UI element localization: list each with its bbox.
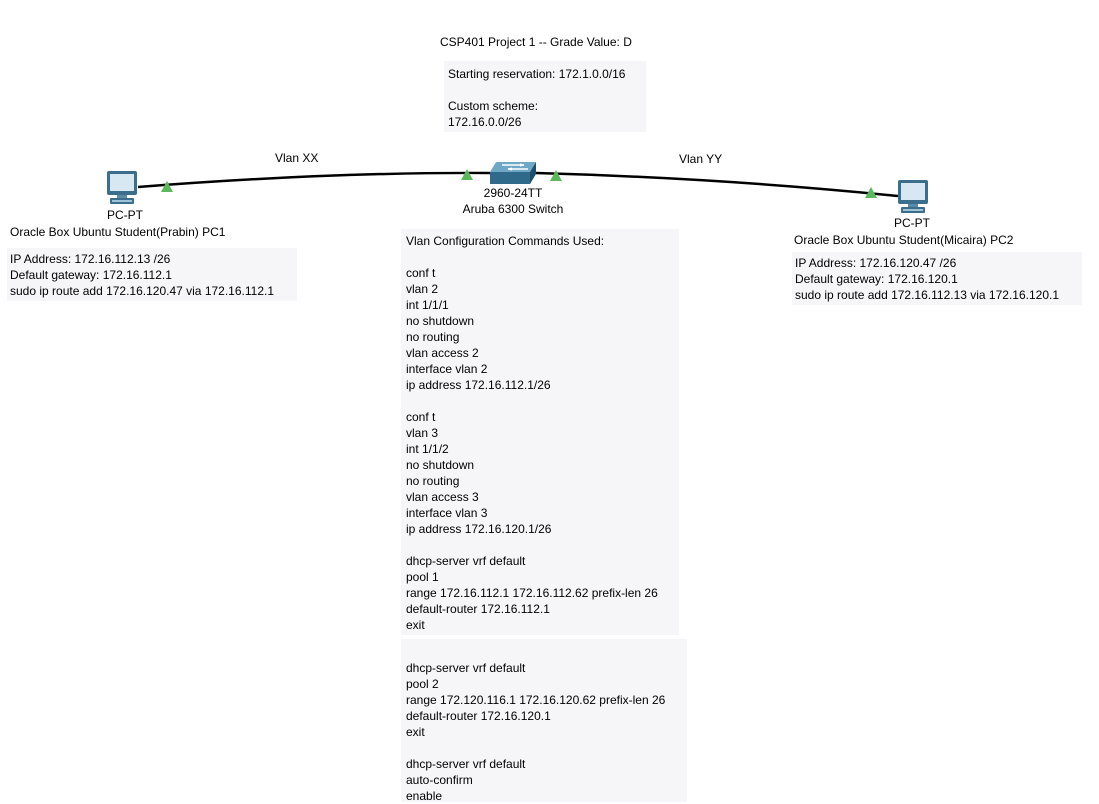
- config-line: int 1/1/2: [406, 442, 449, 456]
- config-block-pool1: dhcp-server vrf default pool 1 range 172…: [406, 553, 679, 633]
- port-status-pc1: [161, 181, 173, 192]
- config-line: vlan access 3: [406, 490, 479, 504]
- pc2-ip-address: IP Address: 172.16.120.47 /26: [795, 256, 957, 270]
- config-line: dhcp-server vrf default: [406, 757, 526, 771]
- pc2-device[interactable]: [895, 179, 931, 215]
- config-line: pool 2: [406, 677, 439, 691]
- config-line: default-router 172.16.120.1: [406, 709, 551, 723]
- vlan-yy-label: Vlan YY: [679, 152, 723, 166]
- pc1-ip-address: IP Address: 172.16.112.13 /26: [10, 252, 171, 266]
- pc2-gateway: Default gateway: 172.16.120.1: [795, 272, 958, 286]
- config-block-vlan2: conf t vlan 2 int 1/1/1 no shutdown no r…: [406, 265, 679, 393]
- config-line: ip address 172.16.120.1/26: [406, 522, 552, 536]
- config-line: interface vlan 3: [406, 506, 488, 520]
- config-line: vlan 3: [406, 426, 439, 440]
- config-line: int 1/1/1: [406, 298, 449, 312]
- reservation-note[interactable]: Starting reservation: 172.1.0.0/16 Custo…: [444, 61, 646, 132]
- config-heading: Vlan Configuration Commands Used:: [406, 234, 605, 248]
- config-line: no shutdown: [406, 314, 475, 328]
- config-line: auto-confirm: [406, 773, 473, 787]
- pc2-info-note[interactable]: IP Address: 172.16.120.47 /26 Default ga…: [792, 252, 1082, 305]
- pc1-name: Oracle Box Ubuntu Student(Prabin) PC1: [10, 225, 226, 239]
- config-line: ip address 172.16.112.1/26: [406, 378, 551, 392]
- pc2-type: PC-PT: [894, 216, 930, 230]
- link-pc1-switch[interactable]: [137, 171, 491, 189]
- config-line: range 172.16.112.1 172.16.112.62 prefix-…: [406, 586, 658, 600]
- switch-device[interactable]: [488, 160, 538, 186]
- pc1-route: sudo ip route add 172.16.120.47 via 172.…: [10, 284, 274, 298]
- custom-scheme-value: 172.16.0.0/26: [448, 115, 522, 129]
- vlan-xx-label: Vlan XX: [275, 151, 319, 165]
- pc2-route: sudo ip route add 172.16.112.13 via 172.…: [795, 288, 1059, 302]
- config-line: interface vlan 2: [406, 362, 488, 376]
- pc2-name: Oracle Box Ubuntu Student(Micaira) PC2: [794, 233, 1014, 247]
- port-status-switch-left: [461, 169, 473, 180]
- pc1-info-note[interactable]: IP Address: 172.16.112.13 /26 Default ga…: [7, 248, 297, 301]
- config-line: dhcp-server vrf default: [406, 661, 526, 675]
- config-line: dhcp-server vrf default: [406, 554, 526, 568]
- vlan-config-note[interactable]: Vlan Configuration Commands Used: conf t…: [401, 229, 679, 635]
- config-line: range 172.120.116.1 172.16.120.62 prefix…: [406, 693, 666, 707]
- config-line: exit: [406, 725, 425, 739]
- pc1-type: PC-PT: [107, 208, 143, 222]
- pc1-gateway: Default gateway: 172.16.112.1: [10, 268, 172, 282]
- pc-icon: [107, 171, 137, 204]
- config-line: no routing: [406, 474, 460, 488]
- config-line: no routing: [406, 330, 460, 344]
- diagram-title: CSP401 Project 1 -- Grade Value: D: [440, 35, 632, 49]
- config-line: pool 1: [406, 570, 439, 584]
- pc-icon: [898, 180, 928, 213]
- config-line: conf t: [406, 410, 436, 424]
- config-line: vlan 2: [406, 282, 439, 296]
- dhcp-config-note[interactable]: dhcp-server vrf default pool 2 range 172…: [401, 639, 687, 804]
- custom-scheme-label: Custom scheme:: [448, 99, 539, 113]
- starting-reservation: Starting reservation: 172.1.0.0/16: [448, 67, 626, 81]
- config-line: vlan access 2: [406, 346, 479, 360]
- config-block-enable: dhcp-server vrf default auto-confirm ena…: [406, 756, 687, 804]
- config-line: default-router 172.16.112.1: [406, 602, 550, 616]
- config-line: no shutdown: [406, 458, 475, 472]
- config-line: exit: [406, 618, 425, 632]
- config-line: conf t: [406, 266, 436, 280]
- link-switch-pc2[interactable]: [535, 171, 899, 198]
- switch-model: 2960-24TT: [483, 186, 543, 200]
- config-block-pool2: dhcp-server vrf default pool 2 range 172…: [406, 660, 687, 740]
- switch-name: Aruba 6300 Switch: [462, 202, 564, 216]
- port-status-switch-right: [550, 170, 562, 181]
- switch-icon: [490, 162, 536, 184]
- pc1-device[interactable]: [104, 170, 140, 206]
- config-block-vlan3: conf t vlan 3 int 1/1/2 no shutdown no r…: [406, 409, 679, 537]
